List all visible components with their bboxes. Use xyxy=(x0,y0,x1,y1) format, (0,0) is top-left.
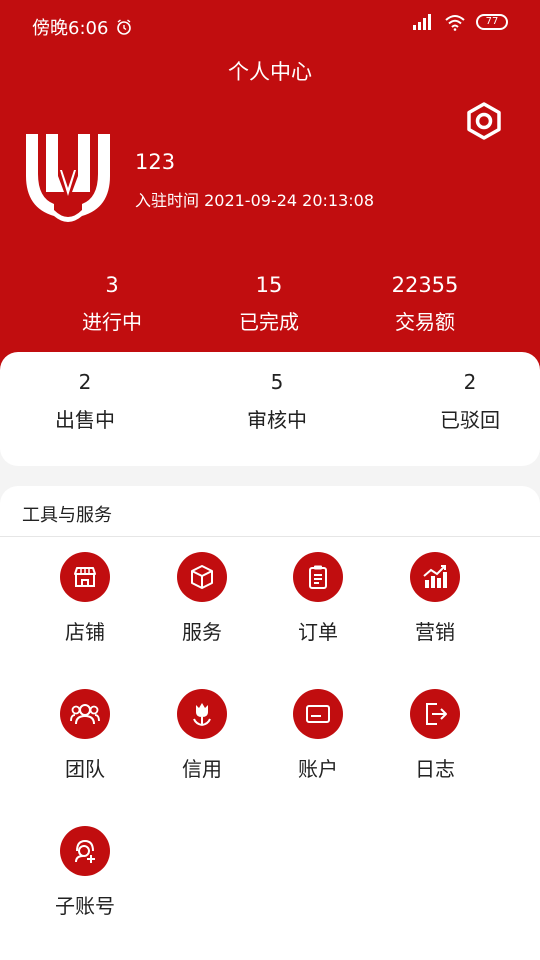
listing-rejected[interactable]: 2 已驳回 xyxy=(410,368,530,433)
tool-label: 营销 xyxy=(415,620,455,644)
listing-label: 出售中 xyxy=(55,408,115,432)
listing-under-review[interactable]: 5 审核中 xyxy=(217,368,337,433)
tool-credit[interactable]: 信用 xyxy=(152,689,252,789)
stat-value: 22355 xyxy=(391,273,459,297)
tool-store[interactable]: 店铺 xyxy=(35,552,135,652)
tool-team[interactable]: 团队 xyxy=(35,689,135,789)
stat-label: 进行中 xyxy=(82,310,142,334)
username: 123 xyxy=(135,150,176,174)
tool-sub-account[interactable]: 子账号 xyxy=(35,826,135,926)
tool-label: 店铺 xyxy=(65,620,105,644)
tool-label: 账户 xyxy=(298,757,338,781)
add-user-icon xyxy=(60,826,110,876)
card-icon xyxy=(293,689,343,739)
section-title: 工具与服务 xyxy=(22,505,112,526)
logout-icon xyxy=(410,689,460,739)
tool-marketing[interactable]: 营销 xyxy=(385,552,485,652)
settings-icon[interactable] xyxy=(464,101,504,141)
join-time: 入驻时间 2021-09-24 20:13:08 xyxy=(135,191,375,210)
tool-label: 日志 xyxy=(415,757,455,781)
divider xyxy=(0,536,540,537)
tool-label: 团队 xyxy=(65,757,105,781)
stat-value: 15 xyxy=(255,273,283,297)
tulip-icon xyxy=(177,689,227,739)
listing-value: 2 xyxy=(78,370,92,394)
store-icon xyxy=(60,552,110,602)
team-icon xyxy=(60,689,110,739)
stat-value: 3 xyxy=(105,273,119,297)
alarm-icon xyxy=(117,19,132,35)
stat-in-progress[interactable]: 3 进行中 xyxy=(52,270,172,335)
tool-account[interactable]: 账户 xyxy=(268,689,368,789)
tool-service[interactable]: 服务 xyxy=(152,552,252,652)
stat-label: 交易额 xyxy=(395,310,455,334)
tools-services-card: 工具与服务 店铺 服务 订单 营销 团队 信用 账户 日志 子账号 xyxy=(0,486,540,960)
listing-value: 2 xyxy=(463,370,477,394)
listing-label: 审核中 xyxy=(247,408,307,432)
page-title: 个人中心 xyxy=(228,60,312,84)
tool-label: 订单 xyxy=(298,620,338,644)
listing-status-card: 2 出售中 5 审核中 2 已驳回 xyxy=(0,352,540,466)
tool-label: 服务 xyxy=(182,620,222,644)
status-time: 傍晚6:06 xyxy=(32,18,109,39)
box-icon xyxy=(177,552,227,602)
clipboard-icon xyxy=(293,552,343,602)
status-bar: 傍晚6:06 77 xyxy=(0,0,540,50)
stat-completed[interactable]: 15 已完成 xyxy=(209,270,329,335)
shop-logo xyxy=(26,134,110,222)
listing-on-sale[interactable]: 2 出售中 xyxy=(25,368,145,433)
battery-indicator: 77 xyxy=(476,14,508,30)
listing-value: 5 xyxy=(270,370,284,394)
stat-transaction-amount[interactable]: 22355 交易额 xyxy=(365,270,485,335)
profile-header: 傍晚6:06 77 个人中心 123 入驻时间 2021-09-24 20:13… xyxy=(0,0,540,400)
tool-label: 子账号 xyxy=(55,894,115,918)
tool-log[interactable]: 日志 xyxy=(385,689,485,789)
signal-icon xyxy=(413,14,431,30)
tool-label: 信用 xyxy=(182,757,222,781)
listing-label: 已驳回 xyxy=(440,408,500,432)
wifi-icon xyxy=(445,15,465,31)
chart-icon xyxy=(410,552,460,602)
tool-orders[interactable]: 订单 xyxy=(268,552,368,652)
stat-label: 已完成 xyxy=(239,310,299,334)
